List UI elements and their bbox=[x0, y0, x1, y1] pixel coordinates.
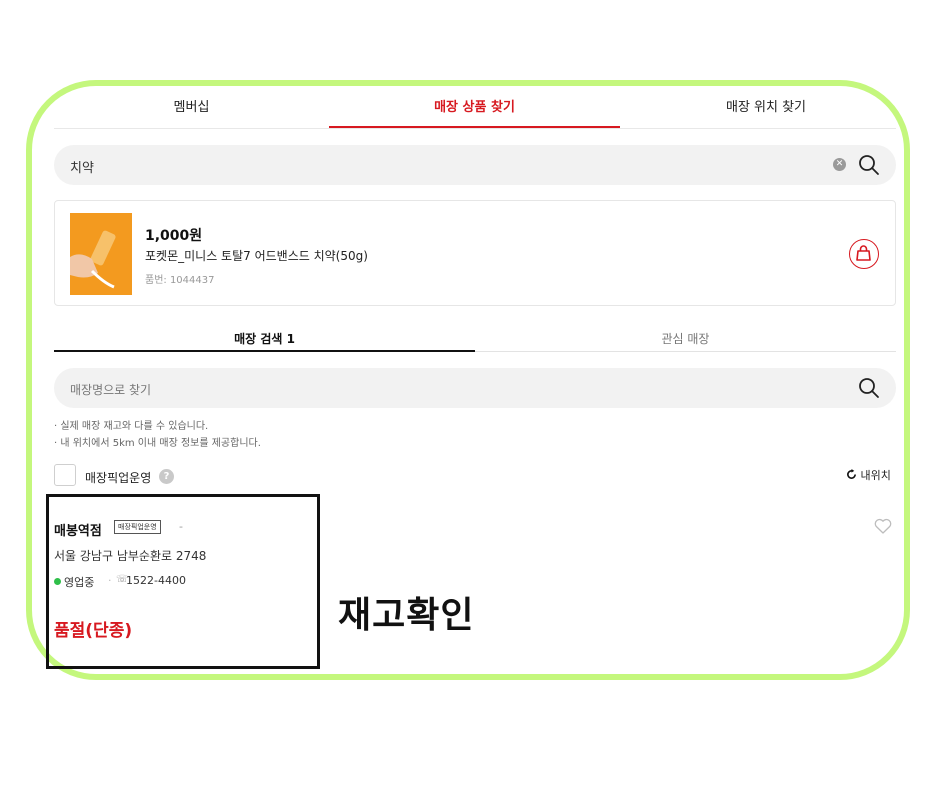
product-name: 포켓몬_미니스 토탈7 어드밴스드 치약(50g) bbox=[145, 249, 368, 263]
tab-membership[interactable]: 멤버십 bbox=[54, 96, 329, 130]
product-card[interactable]: 1,000원 포켓몬_미니스 토탈7 어드밴스드 치약(50g) 품번: 104… bbox=[54, 200, 896, 306]
tab-store-search[interactable]: 매장 검색 1 bbox=[54, 330, 475, 347]
search-icon[interactable] bbox=[858, 377, 880, 399]
store-name[interactable]: 매봉역점 bbox=[54, 520, 102, 539]
refresh-icon bbox=[847, 469, 856, 479]
active-sub-tab-indicator bbox=[54, 350, 475, 352]
pickup-filter-label: 매장픽업운영 bbox=[85, 471, 152, 485]
stock-status: 품절(단종) bbox=[54, 621, 133, 641]
tab-divider bbox=[54, 128, 896, 129]
store-search-input[interactable]: 매장명으로 찾기 bbox=[70, 381, 151, 398]
product-code: 품번: 1044437 bbox=[145, 275, 215, 286]
store-phone[interactable]: 1522-4400 bbox=[126, 574, 186, 587]
shopping-bag-icon bbox=[856, 245, 871, 261]
pickup-badge: 매장픽업운영 bbox=[114, 520, 161, 534]
product-search-input[interactable]: 치약 bbox=[70, 157, 94, 176]
pickup-filter-checkbox[interactable] bbox=[54, 464, 76, 486]
active-tab-indicator bbox=[329, 126, 620, 128]
cart-button[interactable] bbox=[849, 239, 879, 269]
open-status-dot bbox=[54, 578, 61, 585]
tab-store-product-search[interactable]: 매장 상품 찾기 bbox=[329, 96, 620, 130]
open-status: 영업중 bbox=[64, 576, 95, 589]
clear-icon[interactable]: ✕ bbox=[833, 158, 846, 171]
product-search-bar[interactable]: 치약 ✕ bbox=[54, 145, 896, 185]
search-icon[interactable] bbox=[858, 154, 880, 176]
product-image bbox=[70, 213, 132, 295]
help-icon[interactable]: ? bbox=[159, 469, 174, 484]
tab-store-location[interactable]: 매장 위치 찾기 bbox=[620, 96, 912, 130]
store-address: 서울 강남구 남부순환로 2748 bbox=[54, 549, 207, 563]
tab-favorite-stores[interactable]: 관심 매장 bbox=[475, 330, 896, 347]
store-distance: - bbox=[179, 520, 183, 533]
my-location-button[interactable]: 내위치 bbox=[846, 467, 891, 483]
separator: · bbox=[108, 574, 112, 587]
notice-text: · 내 위치에서 5km 이내 매장 정보를 제공합니다. bbox=[54, 438, 261, 449]
product-price: 1,000원 bbox=[145, 228, 203, 244]
notice-text: · 실제 매장 재고와 다를 수 있습니다. bbox=[54, 421, 209, 432]
callout-label: 재고확인 bbox=[338, 595, 475, 636]
my-location-label: 내위치 bbox=[860, 469, 891, 482]
heart-icon[interactable] bbox=[874, 518, 892, 534]
store-search-bar[interactable]: 매장명으로 찾기 bbox=[54, 368, 896, 408]
